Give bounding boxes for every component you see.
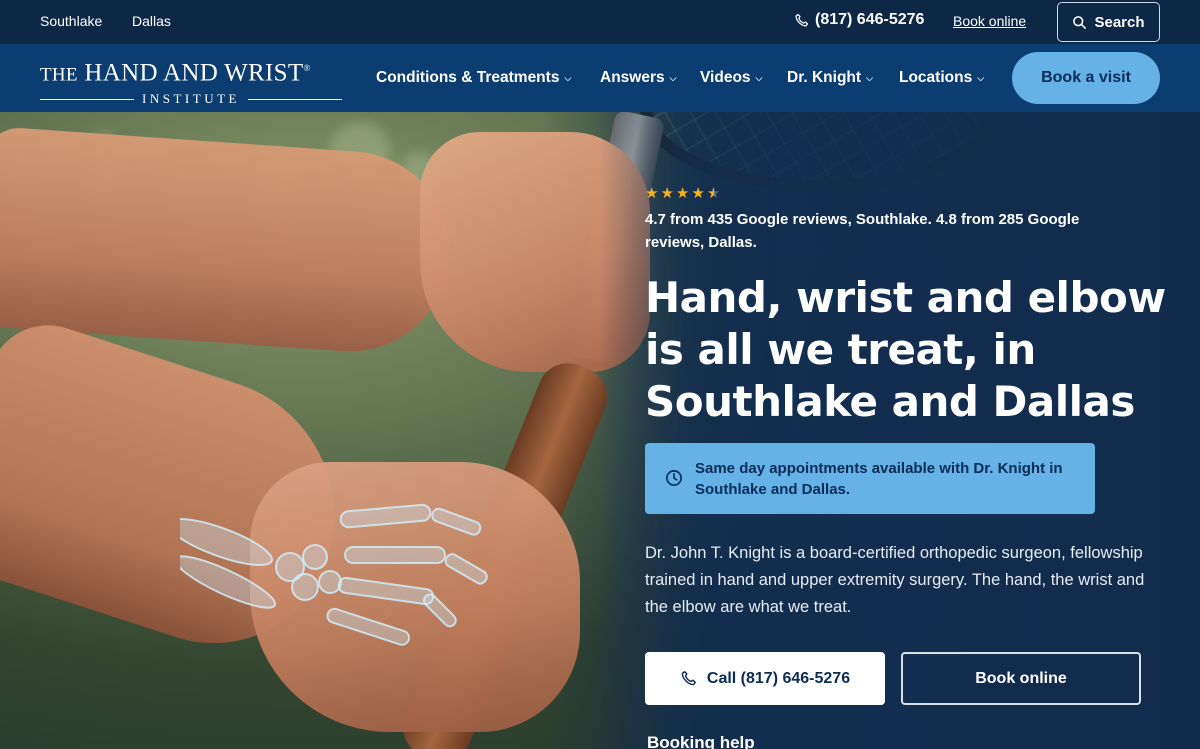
- phone-icon: [795, 13, 809, 26]
- chevron-down-icon: ⌵: [977, 72, 985, 83]
- hero-section: ★ ★ ★ ★ ★ 4.7 from 435 Google reviews, S…: [0, 112, 1200, 749]
- utility-bar: Southlake Dallas (817) 646-5276 Book onl…: [0, 0, 1200, 44]
- nav-locations[interactable]: Locations ⌵: [899, 69, 984, 87]
- main-navigation: THE HAND AND WRIST® INSTITUTE Conditions…: [0, 44, 1200, 112]
- google-reviews-summary: 4.7 from 435 Google reviews, Southlake. …: [645, 211, 1080, 251]
- hero-headline: Hand, wrist and elbow is all we treat, i…: [645, 273, 1166, 426]
- logo-name: HAND AND WRIST: [84, 59, 304, 87]
- booking-help-heading[interactable]: Booking help: [647, 733, 755, 749]
- search-button[interactable]: Search: [1057, 2, 1160, 42]
- logo-rule-left: [40, 98, 135, 100]
- logo-subline: INSTITUTE: [40, 91, 342, 107]
- logo-the: THE: [40, 64, 78, 86]
- nav-videos[interactable]: Videos ⌵: [700, 69, 762, 87]
- clock-icon: [666, 470, 682, 486]
- xray-bones-illustration: [180, 503, 488, 646]
- location-link-dallas[interactable]: Dallas: [132, 13, 171, 29]
- nav-label: Conditions & Treatments: [376, 69, 560, 86]
- site-logo[interactable]: THE HAND AND WRIST® INSTITUTE: [40, 54, 342, 107]
- hero-description: Dr. John T. Knight is a board-certified …: [645, 544, 1145, 616]
- nav-answers[interactable]: Answers ⌵: [600, 69, 676, 87]
- chevron-down-icon: ⌵: [755, 72, 763, 83]
- nav-dr-knight[interactable]: Dr. Knight ⌵: [787, 69, 873, 87]
- nav-label: Answers: [600, 69, 665, 86]
- search-icon: [1073, 15, 1087, 29]
- half-star-icon: ★: [706, 184, 721, 202]
- nav-label: Dr. Knight: [787, 69, 862, 86]
- logo-wordmark: THE HAND AND WRIST®: [40, 54, 342, 89]
- same-day-callout: Same day appointments available with Dr.…: [645, 443, 1095, 514]
- phone-icon: [681, 671, 696, 686]
- logo-institute: INSTITUTE: [142, 91, 240, 107]
- chevron-down-icon: ⌵: [564, 72, 572, 83]
- nav-conditions-treatments[interactable]: Conditions & Treatments ⌵: [376, 69, 571, 87]
- book-online-button[interactable]: Book online: [901, 652, 1141, 705]
- callout-text: Same day appointments available with Dr.…: [695, 459, 1063, 498]
- rating-stars: ★ ★ ★ ★ ★: [645, 184, 720, 202]
- book-a-visit-button[interactable]: Book a visit: [1012, 52, 1160, 104]
- star-icon: ★: [691, 184, 705, 202]
- call-button[interactable]: Call (817) 646-5276: [645, 652, 885, 705]
- location-link-southlake[interactable]: Southlake: [40, 13, 102, 29]
- logo-rule-right: [247, 98, 342, 100]
- utility-phone-number: (817) 646-5276: [815, 11, 925, 28]
- call-button-label: Call (817) 646-5276: [706, 669, 851, 687]
- chevron-down-icon: ⌵: [866, 72, 873, 83]
- utility-phone-link[interactable]: (817) 646-5276: [794, 11, 924, 29]
- chevron-down-icon: ⌵: [669, 72, 677, 83]
- utility-book-online-link[interactable]: Book online: [953, 13, 1026, 29]
- star-icon: ★: [645, 184, 659, 202]
- nav-label: Videos: [700, 69, 751, 86]
- star-icon: ★: [660, 184, 674, 202]
- search-label: Search: [1094, 13, 1145, 31]
- logo-trademark: ®: [303, 63, 311, 73]
- star-icon: ★: [675, 184, 690, 202]
- nav-label: Locations: [899, 69, 973, 86]
